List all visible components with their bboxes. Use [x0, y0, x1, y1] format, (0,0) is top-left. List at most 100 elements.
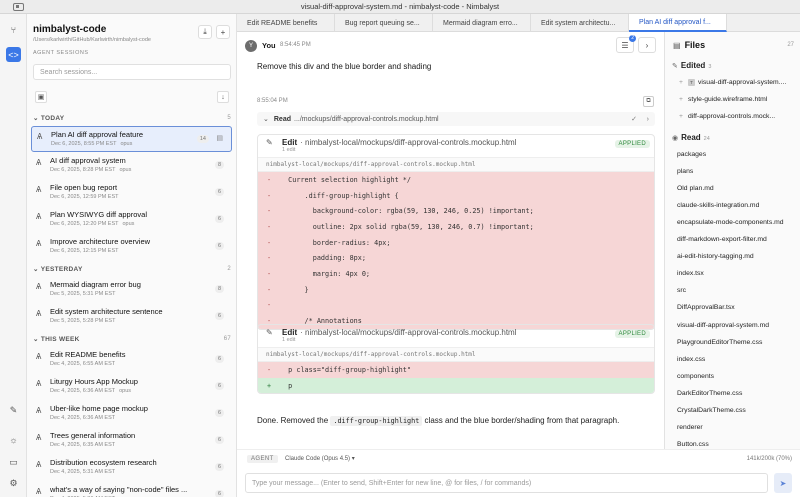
read-file-item[interactable]: renderer	[677, 424, 797, 431]
edited-file-item[interactable]: + Tvisual-diff-approval-system....	[679, 79, 799, 86]
read-file-item[interactable]: index.tsx	[677, 270, 797, 277]
agent-icon: Ѧ	[36, 406, 42, 415]
agent-bar: AGENT Claude Code (Opus 4.5) ▾ 141k/200k…	[237, 449, 800, 469]
session-group-header[interactable]: ⌄ YESTERDAY 2	[27, 261, 237, 277]
tasks-button[interactable]: ☰ 2	[616, 35, 636, 53]
session-item[interactable]: Ѧ Improve architecture overview Dec 6, 202…	[31, 234, 232, 260]
feedback-icon[interactable]: ▭	[6, 455, 21, 470]
read-file-item[interactable]: plans	[677, 168, 797, 175]
read-file-item[interactable]: DiffApprovalBar.tsx	[677, 304, 797, 311]
diff-code: }	[280, 285, 309, 294]
file-name: visual-diff-approval-system....	[697, 79, 787, 86]
session-meta: Dec 6, 2025, 12:59 PM EST	[50, 194, 232, 200]
edit-tool-card: ✎ Edit · nimbalyst-local/mockups/diff-appr…	[257, 134, 655, 330]
model-selector[interactable]: Claude Code (Opus 4.5) ▾	[285, 455, 355, 462]
group-count: 2	[227, 266, 231, 272]
edited-file-item[interactable]: + diff-approval-controls.mock...	[679, 113, 799, 120]
tab-1[interactable]: Bug report queuing se...	[335, 14, 433, 32]
session-item[interactable]: Ѧ Plan AI diff approval feature Dec 6, 202…	[31, 126, 232, 152]
edited-file-item[interactable]: + style-guide.wireframe.html	[679, 96, 799, 103]
sidebar-toggle-icon[interactable]	[13, 3, 24, 11]
read-file-item[interactable]: src	[677, 287, 797, 294]
read-file-item[interactable]: visual-diff-approval-system.md	[677, 322, 797, 329]
download-button[interactable]: ⤓	[198, 25, 212, 39]
send-button[interactable]: ➤	[774, 473, 792, 493]
session-group-header[interactable]: ⌄ TODAY 5	[27, 110, 237, 126]
read-file-item[interactable]: PlaygroundEditorTheme.css	[677, 339, 797, 346]
read-file-item[interactable]: Button.css	[677, 441, 797, 448]
edited-section-header[interactable]: ✎ Edited 3	[672, 61, 711, 70]
read-file-item[interactable]: claude-skills-integration.md	[677, 202, 797, 209]
session-item[interactable]: Ѧ Uber-like home page mockup Dec 4, 2025, …	[31, 401, 232, 427]
read-file-item[interactable]: DarkEditorTheme.css	[677, 390, 797, 397]
session-group-header[interactable]: ⌄ THIS WEEK 67	[27, 331, 237, 347]
edit-icon[interactable]: ✎	[6, 403, 21, 418]
archive-filter-button[interactable]: ▣	[35, 91, 47, 103]
session-item[interactable]: Ѧ AI diff approval system Dec 6, 2025, 8:2…	[31, 153, 232, 179]
edit-header[interactable]: ✎ Edit · nimbalyst-local/mockups/diff-appr…	[258, 325, 654, 347]
session-item[interactable]: Ѧ Edit README benefits Dec 4, 2025, 6:55 A…	[31, 347, 232, 373]
diff-code: outline: 2px solid rgba(59, 130, 246, 0.…	[280, 222, 534, 231]
read-file-item[interactable]: Old plan.md	[677, 185, 797, 192]
sort-button[interactable]: ↓	[217, 91, 229, 103]
download-icon: ⤓	[203, 27, 207, 36]
code-icon[interactable]: <>	[6, 47, 21, 62]
sun-icon[interactable]: ☼	[6, 432, 21, 447]
diff-line: - Current selection highlight */	[258, 172, 654, 188]
status-badge: APPLIED	[614, 330, 650, 338]
message-count-badge: 6	[214, 436, 224, 444]
read-file-item[interactable]: ai-edit-history-tagging.md	[677, 253, 797, 260]
session-title: Edit system architecture sentence	[50, 307, 163, 316]
tab-3[interactable]: Edit system architectu...	[531, 14, 629, 32]
section-caption: AGENT SESSIONS	[33, 50, 89, 56]
diff-file-path: nimbalyst-local/mockups/diff-approval-co…	[258, 157, 654, 172]
copy-icon[interactable]: ⧉	[643, 96, 654, 107]
search-sessions-input[interactable]: Search sessions...	[33, 64, 231, 80]
chat-panel: Y You 8:54:45 PM ☰ 2 › Remove this div a…	[237, 32, 664, 449]
session-item[interactable]: Ѧ Liturgy Hours App Mockup Dec 4, 2025, 6:…	[31, 374, 232, 400]
read-tool-row[interactable]: ⌄ Read .../mockups/diff-approval-control…	[257, 112, 655, 126]
tab-2[interactable]: Mermaid diagram erro...	[433, 14, 531, 32]
session-item[interactable]: Ѧ Plan WYSIWYG diff approval Dec 6, 2025, …	[31, 207, 232, 233]
files-count: 27	[787, 42, 794, 48]
read-label: Read	[681, 133, 701, 142]
new-session-button[interactable]: +	[216, 25, 230, 39]
session-item[interactable]: Ѧ Distribution ecosystem research Dec 4, 2…	[31, 455, 232, 481]
read-file-item[interactable]: components	[677, 373, 797, 380]
session-model: opus	[119, 388, 132, 394]
read-file-item[interactable]: index.css	[677, 356, 797, 363]
session-item[interactable]: Ѧwhat's a way of saying "non-code" files…	[31, 482, 232, 497]
group-count: 67	[223, 336, 231, 342]
tab-4[interactable]: Plan AI diff approval f...	[629, 14, 727, 32]
file-name: style-guide.wireframe.html	[687, 96, 768, 103]
read-file-item[interactable]: encapsulate-mode-components.md	[677, 219, 797, 226]
status-badge: APPLIED	[614, 140, 650, 148]
diff-code: background-color: rgba(59, 130, 246, 0.2…	[280, 207, 534, 216]
agent-sessions-sidebar: nimbalyst-code /Users/karlwirth/GitHub/K…	[27, 14, 262, 497]
gear-icon[interactable]: ⚙	[6, 476, 21, 491]
diff-sign: -	[266, 301, 272, 310]
message-input[interactable]: Type your message... (Enter to send, Shi…	[245, 473, 768, 493]
session-item[interactable]: Ѧ Trees general information Dec 4, 2025, 6…	[31, 428, 232, 454]
session-model: opus	[119, 167, 132, 173]
read-file-item[interactable]: packages	[677, 151, 797, 158]
edit-header[interactable]: ✎ Edit · nimbalyst-local/mockups/diff-appr…	[258, 135, 654, 157]
session-item[interactable]: Ѧ Edit system architecture sentence Dec 5,…	[31, 304, 232, 330]
archive-icon[interactable]: ▤	[216, 134, 223, 142]
plus-icon: +	[220, 27, 226, 37]
tab-0[interactable]: Edit README benefits	[237, 14, 335, 32]
read-label: Read	[273, 115, 291, 123]
read-section-header[interactable]: ◉ Read 24	[672, 133, 710, 142]
workflow-icon[interactable]: ⑂	[6, 22, 21, 37]
session-item[interactable]: Ѧ Mermaid diagram error bug Dec 5, 2025, 5…	[31, 277, 232, 303]
message-count-badge: 6	[214, 215, 224, 223]
expand-button[interactable]: ›	[638, 37, 656, 53]
diff-code: .diff-group-highlight {	[280, 191, 399, 200]
plus-icon: +	[679, 113, 683, 120]
read-file-item[interactable]: diff-markdown-export-filter.md	[677, 236, 797, 243]
session-item[interactable]: Ѧ File open bug report Dec 6, 2025, 12:59 …	[31, 180, 232, 206]
read-file-item[interactable]: CrystalDarkTheme.css	[677, 407, 797, 414]
session-date: Dec 4, 2025, 6:36 AM EST	[50, 388, 116, 394]
diff-line: - border-radius: 4px;	[258, 234, 654, 251]
session-title: Liturgy Hours App Mockup	[50, 377, 138, 386]
